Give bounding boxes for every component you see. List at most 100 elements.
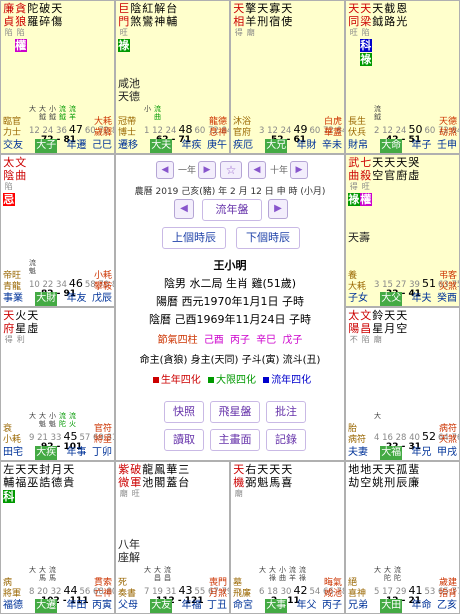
star-column: 天馬 (269, 463, 281, 489)
star-name[interactable]: 太陰 (3, 156, 14, 182)
star-name[interactable]: 天魁 (257, 463, 268, 489)
left-stars: 沐浴 官府 (233, 117, 252, 138)
star-name[interactable]: 天喜 (281, 463, 292, 489)
star-name[interactable]: 巨門 (118, 2, 129, 28)
star-name[interactable]: 天傷 (51, 2, 62, 28)
star-name[interactable]: 天同 (348, 2, 359, 28)
year-next-button[interactable]: ▶ (198, 161, 216, 179)
star-name[interactable]: 龍池 (142, 463, 153, 489)
star-name[interactable]: 左輔 (3, 463, 14, 489)
star-name[interactable]: 華蓋 (166, 463, 177, 489)
star-name[interactable]: 台輔 (166, 2, 177, 28)
palace-zinv[interactable]: 武曲得祿七殺旺權天空 天官 天廚 哭虛 天壽 3 15 27 39 51 63 75 32 - … (345, 154, 460, 307)
main-screen-button[interactable]: 主畫面 (210, 429, 260, 451)
star-name[interactable]: 孤辰 (396, 463, 407, 489)
star-name[interactable]: 天空 (372, 156, 383, 182)
palace-shiye[interactable]: 太陰陷忌文曲流魁10 22 344658 70 8282 - 91帝旺 青龍小耗… (0, 154, 115, 307)
star-name[interactable]: 七殺 (360, 156, 371, 182)
palace-qianyi[interactable]: 巨門旺祿陰煞 紅鸞 解神 台輔 咸池 天德小流曲 1 12 24 48 60 72 84 62 -… (115, 0, 230, 154)
year-prev-button[interactable]: ◀ (156, 161, 174, 179)
star-name[interactable]: 陰煞 (130, 2, 141, 28)
star-name[interactable]: 擎羊 (245, 2, 256, 28)
annotate-button[interactable]: 批注 (266, 401, 306, 423)
star-name[interactable]: 天廚 (396, 156, 407, 182)
record-button[interactable]: 記錄 (266, 429, 306, 451)
liupan-prev-button[interactable]: ◀ (174, 199, 194, 219)
palace-fuqi[interactable]: 太陽不文昌陷鈴星廟天月 天空大 4 16 28 40 52 64 76 22 - 31 胎 … (345, 307, 460, 461)
star-name[interactable]: 天巫 (27, 463, 38, 489)
palace-caibo[interactable]: 天同旺天梁陷科祿天鉞 截路 恩光 流鉞 2 12 24 50 60 72 84 42 - 51… (345, 0, 460, 154)
palace-minggong[interactable]: 天機廟右弼天魁天馬天喜大大祿小曲流羊流祿6 18 304254 66 782 -… (230, 461, 345, 614)
star-name[interactable]: 廉貞 (3, 2, 14, 28)
star-name[interactable]: 紫微 (118, 463, 129, 489)
star-name[interactable]: 天刑 (257, 2, 268, 28)
star-name[interactable]: 恩光 (396, 2, 407, 28)
star-name[interactable]: 天梁 (360, 2, 371, 28)
star-column: 地劫 (348, 463, 360, 489)
star-name[interactable]: 太陽 (348, 309, 359, 335)
star-name[interactable]: 貪狼 (15, 2, 26, 28)
star-name[interactable]: 截路 (384, 2, 395, 28)
star-name[interactable]: 解神 (154, 2, 165, 28)
prev-hour-button[interactable]: 上個時辰 (162, 227, 226, 249)
feixing-button[interactable]: 飛星盤 (210, 401, 260, 423)
star-column: 天官 (384, 156, 396, 182)
palace-tianzhai[interactable]: 天府得火星利天虛大大魁 小魁 流陀 流火 9 21 33 45 57 69 81 92 - 1… (0, 307, 115, 461)
star-name[interactable]: 天姚 (372, 463, 383, 489)
star-name[interactable]: 天相 (233, 2, 244, 28)
star-name[interactable]: 月德 (51, 463, 62, 489)
star-name[interactable]: 文曲 (15, 156, 26, 182)
star-name[interactable]: 陀羅 (27, 2, 38, 28)
star-name[interactable]: 破碎 (39, 2, 50, 28)
decade-prev-button[interactable]: ◀ (248, 161, 266, 179)
star-name[interactable]: 封誥 (39, 463, 50, 489)
star-icon[interactable]: ☆ (220, 161, 242, 179)
star-name[interactable]: 天府 (3, 309, 14, 335)
star-name[interactable]: 天福 (15, 463, 26, 489)
snapshot-button[interactable]: 快照 (164, 401, 204, 423)
star-name[interactable]: 哭虛 (408, 156, 419, 182)
palace-jie[interactable]: 天相得擎羊廟天刑 寡宿 天使 3 12 24 49 60 72 84 52 - 61 沐浴 官… (230, 0, 345, 154)
star-name[interactable]: 天空 (396, 309, 407, 335)
palace-xiongdi[interactable]: 地劫 地空 天姚 天刑 孤辰 蜚廉大大陀 流陀 5 17 29 41 53 65 77 12 - 2… (345, 461, 460, 614)
palace-footer: 事業 大財 戊辰 年友 (1, 292, 114, 306)
right-stars: 大耗 歲驛 (93, 117, 112, 138)
star-name[interactable]: 天馬 (269, 463, 280, 489)
star-name[interactable]: 天機 (233, 463, 244, 489)
palace-jiaoyou[interactable]: 廉貞陷貪狼陷權陀羅破碎天傷大大鉞小鉞流鉞流羊12 24 364760 72 84… (0, 0, 115, 154)
star-name[interactable]: 天鉞 (372, 2, 383, 28)
star-name[interactable]: 三台 (178, 463, 189, 489)
next-hour-button[interactable]: 下個時辰 (236, 227, 300, 249)
star-name[interactable]: 破軍 (130, 463, 141, 489)
load-button[interactable]: 讀取 (164, 429, 204, 451)
star-name[interactable]: 右弼 (245, 463, 256, 489)
ganzhi: 丁丑 (207, 600, 227, 611)
star-name[interactable]: 紅鸞 (142, 2, 153, 28)
star-name[interactable]: 天貴 (63, 463, 74, 489)
star-name[interactable]: 天虛 (27, 309, 38, 335)
star-name[interactable]: 鳳閣 (154, 463, 165, 489)
star-name[interactable]: 火星 (15, 309, 26, 335)
liupan-button[interactable]: 流年盤 (202, 199, 262, 221)
star-name[interactable]: 文昌 (360, 309, 371, 335)
star-name[interactable]: 天使 (281, 2, 292, 28)
palace-fumu[interactable]: 紫微廟破軍旺龍池 鳳閣 華蓋 三台 八年 座解大大昌 流昌 7 19 31 43 55 67 79… (115, 461, 230, 614)
star-name[interactable]: 地空 (360, 463, 371, 489)
star-name[interactable]: 天刑 (384, 463, 395, 489)
ganzhi: 己巳 (92, 140, 112, 151)
decade-next-button[interactable]: ▶ (290, 161, 308, 179)
palace-footer: 遷移 大夫 庚午 年疾 (116, 139, 229, 153)
palace-fude[interactable]: 左輔科天福 天巫 封誥 月德 天貴大大馬 流馬 8 20 32 44 56 68 80 102 -… (0, 461, 115, 614)
liupan-next-button[interactable]: ▶ (268, 199, 288, 219)
star-name[interactable]: 地劫 (348, 463, 359, 489)
star-name[interactable]: 鈴星 (372, 309, 383, 335)
star-name[interactable]: 天官 (384, 156, 395, 182)
star-column: 哭虛 (408, 156, 420, 182)
right-stars: 歲建 指背 (438, 578, 457, 599)
star-name[interactable]: 蜚廉 (408, 463, 419, 489)
star-column: 龍池 (142, 463, 154, 489)
star-name[interactable]: 武曲 (348, 156, 359, 182)
star-brightness: 陷 (361, 28, 370, 38)
star-name[interactable]: 寡宿 (269, 2, 280, 28)
star-name[interactable]: 天月 (384, 309, 395, 335)
